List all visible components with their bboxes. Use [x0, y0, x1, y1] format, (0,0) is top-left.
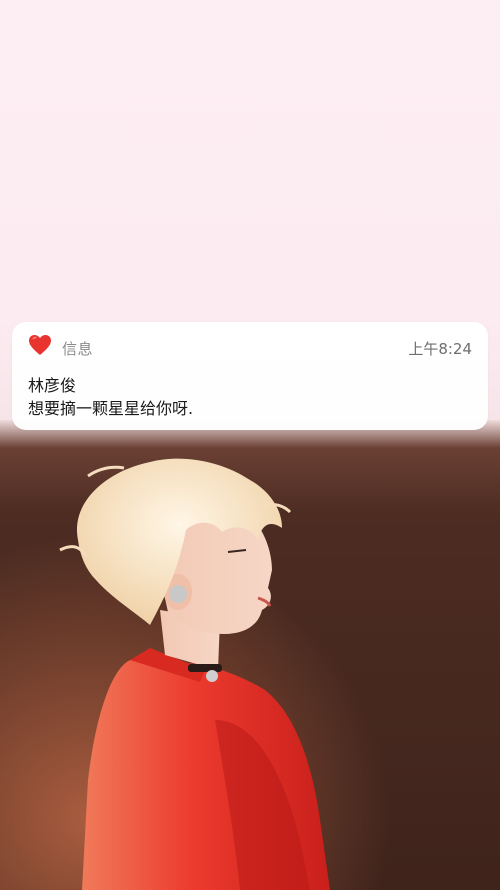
sender-name: 林彦俊 [28, 376, 77, 395]
notification-time: 上午8:24 [408, 340, 472, 358]
message-preview: 想要摘一颗星星给你呀. [28, 399, 194, 418]
app-name: 信息 [62, 340, 94, 358]
message-notification[interactable]: 信息 上午8:24 林彦俊 想要摘一颗星星给你呀. [12, 322, 488, 430]
wallpaper-photo [0, 420, 500, 890]
heart-icon [29, 335, 51, 355]
